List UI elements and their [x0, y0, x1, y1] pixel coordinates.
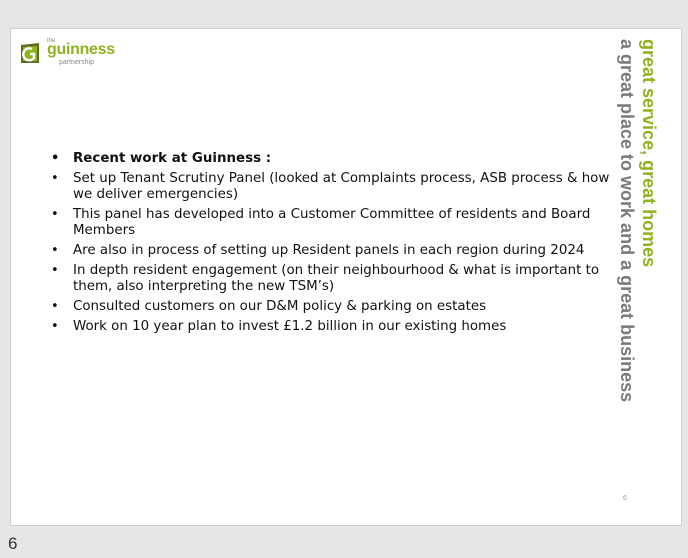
bullet-item: Consulted customers on our D&M policy & …	[51, 299, 616, 315]
bullet-list: Recent work at Guinness : Set up Tenant …	[51, 151, 616, 339]
bullet-item: In depth resident engagement (on their n…	[51, 263, 616, 295]
logo-sub-text: partnership	[59, 59, 95, 66]
bullet-heading: Recent work at Guinness :	[51, 151, 616, 167]
bullet-item: Set up Tenant Scrutiny Panel (looked at …	[51, 171, 616, 203]
tagline-gray: a great place to work and a great busine…	[617, 39, 637, 403]
guinness-logo: the guinness partnership	[19, 38, 149, 73]
logo-name-text: guinness	[47, 41, 115, 58]
slide-number: 6	[623, 495, 627, 502]
guinness-logo-mark-icon	[21, 43, 39, 63]
bullet-item: Are also in process of setting up Reside…	[51, 243, 616, 259]
tagline-green: great service, great homes	[639, 39, 659, 268]
page-number: 6	[8, 534, 18, 553]
slide: the guinness partnership Recent work at …	[10, 28, 682, 526]
bullet-item: Work on 10 year plan to invest £1.2 bill…	[51, 319, 616, 335]
bullet-item: This panel has developed into a Customer…	[51, 207, 616, 239]
